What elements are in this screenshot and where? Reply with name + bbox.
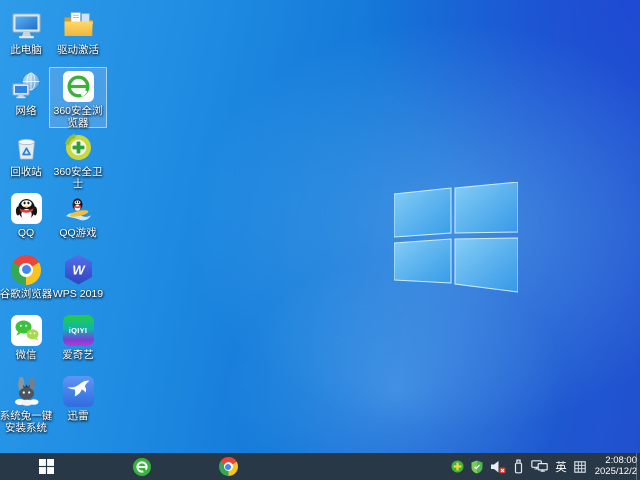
desktop-icon-iqiyi[interactable]: iQIYI 爱奇艺 — [52, 311, 104, 372]
wps-icon: W — [62, 253, 95, 286]
security-shield-tray-icon[interactable] — [471, 460, 483, 474]
start-button[interactable] — [28, 453, 64, 480]
iqiyi-icon: iQIYI — [62, 314, 95, 347]
360-safety-tray-icon[interactable] — [451, 460, 464, 473]
iqiyi-wordmark: iQIYI — [68, 326, 88, 335]
icon-label: 迅雷 — [67, 410, 89, 422]
icon-label: 此电脑 — [10, 44, 42, 56]
icon-label: 360安全浏览器 — [53, 105, 103, 129]
chrome-taskbar-icon — [218, 457, 238, 476]
icon-label: QQ游戏 — [59, 227, 97, 239]
360-security-icon — [62, 131, 95, 164]
desktop-icon-360-browser[interactable]: 360安全浏览器 — [49, 67, 107, 129]
windows-flag-icon — [38, 459, 54, 474]
qq-penguin-icon — [10, 192, 43, 225]
recycle-bin-icon — [10, 131, 43, 164]
desktop-icon-qq-games[interactable]: QQ游戏 — [52, 189, 104, 250]
system-rabbit-icon — [10, 375, 43, 408]
icon-label: QQ — [17, 227, 35, 239]
desktop-icon-driver-activation[interactable]: 驱动激活 — [52, 6, 104, 67]
desktop-icon-recycle-bin[interactable]: 回收站 — [0, 128, 52, 189]
show-desktop-button[interactable] — [636, 453, 640, 480]
desktop-icon-chrome[interactable]: 谷歌浏览器 — [0, 250, 52, 311]
icon-label: 谷歌浏览器 — [0, 288, 53, 300]
desktop-icon-grid: 此电脑 驱动激活 网络 360安全浏览器 回收站 360安全卫士 QQ QQ游戏… — [0, 6, 107, 434]
taskbar-chrome-button[interactable] — [210, 453, 246, 480]
desktop-icon-qq[interactable]: QQ — [0, 189, 52, 250]
desktop-icon-360-security[interactable]: 360安全卫士 — [52, 128, 104, 190]
desktop-icon-xunlei[interactable]: 迅雷 — [52, 372, 104, 433]
desktop-icon-wechat[interactable]: 微信 — [0, 311, 52, 372]
desktop-icon-this-pc[interactable]: 此电脑 — [0, 6, 52, 67]
ime-grid-icon[interactable] — [573, 460, 586, 473]
desktop-icon-network[interactable]: 网络 — [0, 67, 52, 128]
desktop-icon-system-rabbit[interactable]: 系统兔一键安装系统 — [0, 372, 53, 434]
desktop-screen: 此电脑 驱动激活 网络 360安全浏览器 回收站 360安全卫士 QQ QQ游戏… — [0, 0, 640, 480]
360-browser-taskbar-icon — [133, 457, 151, 476]
wechat-icon — [10, 314, 43, 347]
system-tray: 英 2:08:00 2025/12/2 — [451, 453, 637, 480]
ime-language-indicator[interactable]: 英 — [555, 459, 567, 475]
wps-letter: W — [72, 263, 86, 278]
desktop-icon-wps-2019[interactable]: W WPS 2019 — [52, 250, 104, 311]
taskbar-360-browser-button[interactable] — [124, 453, 160, 480]
folder-icon — [62, 9, 95, 42]
taskbar-clock[interactable]: 2:08:00 2025/12/2 — [594, 455, 637, 477]
windows-logo — [394, 182, 518, 293]
taskbar: 英 2:08:00 2025/12/2 — [0, 453, 640, 480]
icon-label: 360安全卫士 — [53, 166, 103, 190]
clock-time: 2:08:00 — [605, 455, 637, 466]
icon-label: 网络 — [15, 105, 37, 117]
xunlei-bird-icon — [62, 375, 95, 408]
icon-label: 系统兔一键安装系统 — [0, 410, 53, 434]
icon-label: 爱奇艺 — [62, 349, 94, 361]
this-pc-icon — [10, 9, 43, 42]
volume-muted-icon[interactable] — [490, 460, 506, 474]
icon-label: 微信 — [15, 349, 37, 361]
360-browser-icon — [62, 70, 95, 103]
clock-date: 2025/12/2 — [594, 465, 637, 477]
usb-device-icon[interactable] — [513, 459, 524, 474]
icon-label: 驱动激活 — [57, 44, 99, 56]
network-status-icon[interactable] — [531, 460, 549, 473]
icon-label: 回收站 — [10, 166, 42, 178]
chrome-icon — [10, 253, 43, 286]
icon-label: WPS 2019 — [52, 288, 104, 300]
network-globe-icon — [10, 70, 43, 103]
qq-games-icon — [62, 192, 95, 225]
